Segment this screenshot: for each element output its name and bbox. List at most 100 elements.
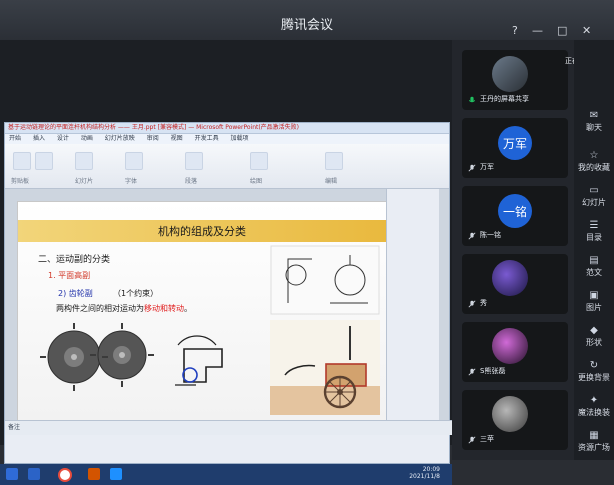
- ppt-status-bar: 备注: [5, 420, 452, 435]
- toolbar-item-images[interactable]: ▣ 图片: [574, 290, 614, 313]
- avatar: [492, 396, 528, 432]
- maximize-button[interactable]: □: [557, 24, 567, 37]
- slide-heading-3-note: （1个约束）: [113, 289, 159, 298]
- paragraph-icon[interactable]: [185, 152, 203, 170]
- window-title: 腾讯会议: [280, 18, 333, 33]
- toolbar-label: 形状: [586, 338, 602, 347]
- avatar: [492, 260, 528, 296]
- magic-icon: ✦: [589, 395, 599, 406]
- tab-design[interactable]: 设计: [57, 135, 69, 142]
- tab-insert[interactable]: 插入: [33, 135, 45, 142]
- mic-icon: [469, 96, 475, 103]
- tab-addins[interactable]: 加载项: [231, 135, 249, 142]
- toolbar-item-slides[interactable]: ▭ 幻灯片: [574, 185, 614, 208]
- toolbar-item-resources[interactable]: ▦ 资源广场: [574, 430, 614, 453]
- mechanism-drawing: [270, 245, 380, 315]
- toolbar-item-background[interactable]: ↻ 更换背景: [574, 360, 614, 383]
- participant-name: 陈一铭: [480, 231, 501, 239]
- mic-muted-icon: [468, 300, 476, 308]
- toolbar-label: 范文: [586, 268, 602, 277]
- slide-heading-2: 1. 平面高副: [48, 271, 91, 280]
- toolbar-item-samples[interactable]: ▤ 范文: [574, 255, 614, 278]
- screen-share-thumbnail: [492, 56, 528, 92]
- ribbon-group-edit: 编辑: [325, 178, 338, 185]
- tab-review[interactable]: 审阅: [147, 135, 159, 142]
- powerpoint-window: 基于运动链理论的平面连杆机构结构分析 —— 王月.ppt [兼容模式] — Mi…: [4, 122, 452, 464]
- word-icon[interactable]: [28, 468, 40, 480]
- doc-icon: ▤: [589, 255, 599, 266]
- toolbar-item-favorites[interactable]: ☆ 我的收藏: [574, 150, 614, 173]
- mic-muted-icon: [468, 436, 476, 444]
- chrome-icon[interactable]: [58, 468, 72, 482]
- cam-sketch: [175, 335, 223, 386]
- participant-tile[interactable]: 三苹: [462, 390, 568, 450]
- participant-tile[interactable]: 秀: [462, 254, 568, 314]
- list-icon: ☰: [589, 220, 599, 231]
- avatar: 万军: [498, 126, 532, 160]
- slide-workspace: 机构的组成及分类 二、运动副的分类 1. 平面高副 2) 齿轮副 （1个约束） …: [5, 189, 452, 435]
- paste-icon[interactable]: [13, 152, 31, 170]
- participant-tile[interactable]: 万军 万军: [462, 118, 568, 178]
- slide-paragraph-highlight: 移动和转动: [144, 304, 184, 313]
- tab-slideshow[interactable]: 幻灯片放映: [105, 135, 135, 142]
- tencent-meeting-icon[interactable]: [110, 468, 122, 480]
- toolbar-item-chat[interactable]: ✉ 聊天: [574, 110, 614, 133]
- toolbar-label: 更换背景: [578, 373, 610, 382]
- participant-tile[interactable]: S熊张磊: [462, 322, 568, 382]
- ppt-titlebar: 基于运动链理论的平面连杆机构结构分析 —— 王月.ppt [兼容模式] — Mi…: [5, 123, 449, 134]
- toolbar-label: 图片: [586, 303, 602, 312]
- clock-date: 2021/11/8: [409, 473, 440, 480]
- font-icon[interactable]: [125, 152, 143, 170]
- participant-tile[interactable]: 一铭 陈一铭: [462, 186, 568, 246]
- ppt-side-panel: [386, 189, 439, 435]
- tab-view[interactable]: 视图: [171, 135, 183, 142]
- toolbar-item-toc[interactable]: ☰ 目录: [574, 220, 614, 243]
- cut-icon[interactable]: [35, 152, 53, 170]
- slide-title: 机构的组成及分类: [158, 225, 246, 238]
- shared-screen-area: 基于运动链理论的平面连杆机构结构分析 —— 王月.ppt [兼容模式] — Mi…: [0, 40, 452, 485]
- toolbar-label: 我的收藏: [578, 163, 610, 172]
- ribbon-group-drawing: 绘图: [250, 178, 263, 185]
- help-button[interactable]: ?: [512, 24, 518, 37]
- mic-muted-icon: [468, 232, 476, 240]
- slide-paragraph-prefix: 两构件之间的相对运动为: [56, 304, 144, 313]
- mic-muted-icon: [468, 164, 476, 172]
- toolbar-label: 目录: [586, 233, 602, 242]
- new-slide-icon[interactable]: [75, 152, 93, 170]
- grid-icon: ▦: [589, 430, 599, 441]
- start-icon[interactable]: [6, 468, 18, 480]
- slides-icon: ▭: [589, 185, 599, 196]
- slide-paragraph: 两构件之间的相对运动为移动和转动。: [56, 303, 192, 314]
- participant-name: 万军: [480, 163, 494, 171]
- clock-time: 20:09: [422, 466, 440, 473]
- tab-animation[interactable]: 动画: [81, 135, 93, 142]
- avatar: [492, 328, 528, 364]
- gear-illustration: [40, 323, 154, 391]
- toolbar-label: 幻灯片: [582, 198, 606, 207]
- find-icon[interactable]: [325, 152, 343, 170]
- toolbar-label: 聊天: [586, 123, 602, 132]
- toolbar-item-shapes[interactable]: ◆ 形状: [574, 325, 614, 348]
- current-slide[interactable]: 机构的组成及分类 二、运动副的分类 1. 平面高副 2) 齿轮副 （1个约束） …: [17, 201, 387, 423]
- shapes-icon[interactable]: [250, 152, 268, 170]
- bookmark-icon: ☆: [589, 150, 599, 161]
- ribbon-group-clipboard: 剪贴板: [11, 178, 30, 185]
- slide-heading-3: 2) 齿轮副: [58, 289, 93, 298]
- right-toolbar: ✉ 聊天 ☆ 我的收藏 ▭ 幻灯片 ☰ 目录 ▤ 范文 ▣ 图片 ◆ 形状 ↻ 更换背景 ✦ 魔法…: [574, 40, 614, 460]
- slide-paragraph-suffix: 。: [184, 304, 192, 313]
- avatar: 一铭: [498, 194, 532, 228]
- windows-taskbar: 20:09 2021/11/8: [0, 464, 452, 485]
- close-button[interactable]: ✕: [582, 24, 591, 37]
- tab-home[interactable]: 开始: [9, 135, 21, 142]
- ribbon-group-font: 字体: [125, 178, 138, 185]
- wheel-cart-photo: [270, 320, 380, 415]
- image-icon: ▣: [589, 290, 599, 301]
- app-title-bar: 腾讯会议 ? — □ ✕: [0, 0, 614, 40]
- toolbar-item-magic[interactable]: ✦ 魔法换装: [574, 395, 614, 418]
- ribbon-group-slides: 幻灯片: [75, 178, 94, 185]
- powerpoint-icon[interactable]: [88, 468, 100, 480]
- ppt-ribbon-tabs: 开始 插入 设计 动画 幻灯片放映 审阅 视图 开发工具 加载项: [5, 134, 449, 144]
- refresh-icon: ↻: [589, 360, 599, 371]
- tab-dev[interactable]: 开发工具: [195, 135, 219, 142]
- minimize-button[interactable]: —: [532, 24, 543, 37]
